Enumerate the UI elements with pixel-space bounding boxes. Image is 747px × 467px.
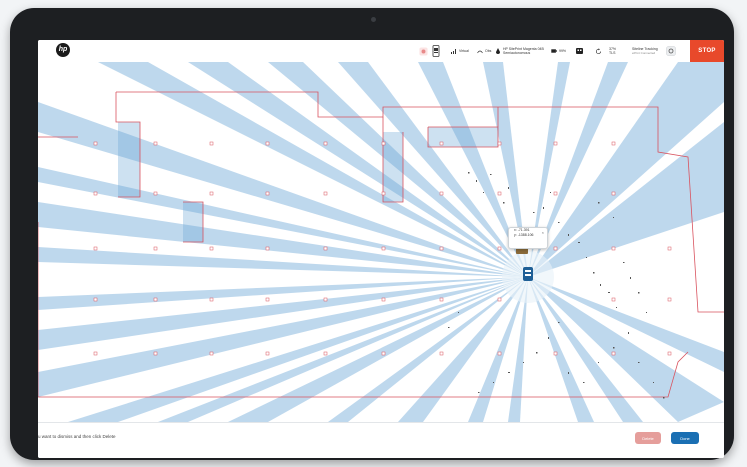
close-icon[interactable]: × xyxy=(542,230,544,235)
refresh-button[interactable] xyxy=(595,40,602,62)
record-button[interactable] xyxy=(419,40,428,62)
bottom-bar: u want to dismiss and then click Delete … xyxy=(38,422,724,458)
speed-unit: TLS xyxy=(609,51,616,55)
record-icon xyxy=(419,46,428,56)
delete-button[interactable]: Delete xyxy=(635,432,661,444)
device-info[interactable]: HP SitePrint Magenta 04B Semiautonomous xyxy=(496,40,544,62)
battery-status: 99% xyxy=(551,40,566,62)
screen: hp Virtual Obs HP SitePrint Magenta 04B … xyxy=(38,40,724,458)
map-svg[interactable] xyxy=(38,62,724,422)
camera-dot xyxy=(371,17,376,22)
map-canvas[interactable]: × x: -71.391 y: -1388.106 xyxy=(38,62,724,422)
instruction-text: u want to dismiss and then click Delete xyxy=(38,434,116,439)
robot-status-icon xyxy=(576,48,583,54)
device-status: Semiautonomous xyxy=(503,51,531,55)
wifi-label: Virtual xyxy=(459,49,469,53)
drop-icon xyxy=(496,48,500,54)
tablet-frame: hp Virtual Obs HP SitePrint Magenta 04B … xyxy=(10,8,734,460)
stop-button[interactable]: STOP xyxy=(690,40,724,62)
tracking-status[interactable]: Siteline Tracking ePrint Connected xyxy=(632,40,658,62)
printer-button[interactable] xyxy=(432,40,440,62)
robot-status-button[interactable] xyxy=(575,40,584,62)
speed-readout: 37% TLS xyxy=(609,40,616,62)
obstacle-icon xyxy=(477,50,483,53)
wifi-status[interactable]: Virtual xyxy=(451,40,469,62)
settings-icon xyxy=(666,46,676,56)
robot-icon[interactable] xyxy=(523,267,533,281)
tracking-status-text: ePrint Connected xyxy=(632,51,656,55)
printer-icon xyxy=(432,45,440,57)
battery-icon xyxy=(551,49,557,53)
wifi-icon xyxy=(451,48,456,54)
obstacle-status[interactable]: Obs xyxy=(477,40,491,62)
done-button[interactable]: Done xyxy=(671,432,699,444)
top-bar: hp Virtual Obs HP SitePrint Magenta 04B … xyxy=(38,40,724,63)
settings-button[interactable] xyxy=(666,40,676,62)
obstacle-label: Obs xyxy=(485,49,492,53)
refresh-icon xyxy=(595,47,602,54)
coordinate-tooltip: × x: -71.391 y: -1388.106 xyxy=(508,227,548,249)
battery-label: 99% xyxy=(559,49,567,53)
hp-logo-icon: hp xyxy=(56,43,70,57)
